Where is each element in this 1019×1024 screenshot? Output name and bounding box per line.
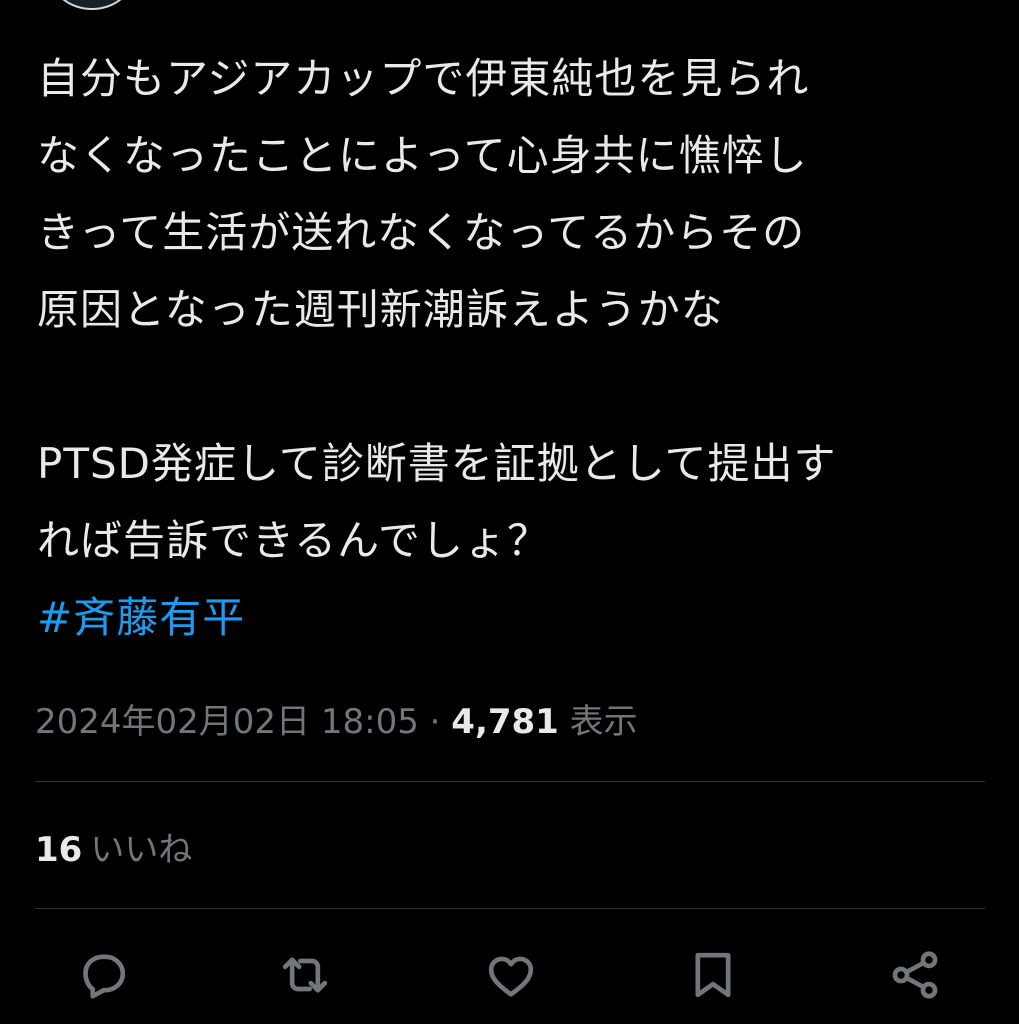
like-button[interactable] [476,940,546,1010]
meta-separator: · [418,702,452,742]
views-count: 4,781 [451,702,559,742]
heart-icon [488,956,534,997]
tweet-meta: 2024年02月02日 18:05 · 4,781 表示 [35,696,638,748]
tweet-text-line: れば告訴できるんでしょ？ [37,516,551,565]
action-bar [0,940,1019,1020]
bookmark-icon [695,952,731,998]
hashtag-link[interactable]: #斉藤有平 [37,579,987,656]
tweet-text: 自分もアジアカップで伊東純也を見られ なくなったことによって心身共に憔悴し きっ… [37,40,987,656]
likes-count: 16 [35,830,83,870]
bookmark-button[interactable] [678,940,748,1010]
likes-summary[interactable]: 16 いいね [35,824,192,876]
paragraph-break [37,348,987,425]
reply-icon [83,954,126,999]
timestamp[interactable]: 2024年02月02日 18:05 [35,702,419,742]
views-label: 表示 [569,702,638,742]
tweet-text-line: なくなったことによって心身共に憔悴し [37,131,808,180]
tweet-text-line: 原因となった週刊新潮訴えようかな [37,285,724,334]
share-button[interactable] [880,940,950,1010]
tweet-text-line: PTSD発症して診断書を証拠として提出す [37,439,837,488]
tweet-text-line: 自分もアジアカップで伊東純也を見られ [37,54,810,103]
retweet-icon [282,957,328,993]
retweet-button[interactable] [270,940,340,1010]
likes-label: いいね [90,830,193,870]
divider [35,908,985,909]
divider [35,781,985,782]
avatar[interactable] [50,0,134,10]
reply-button[interactable] [68,940,138,1010]
share-icon [892,951,938,999]
tweet-text-line: きって生活が送れなくなってるからその [37,208,806,257]
